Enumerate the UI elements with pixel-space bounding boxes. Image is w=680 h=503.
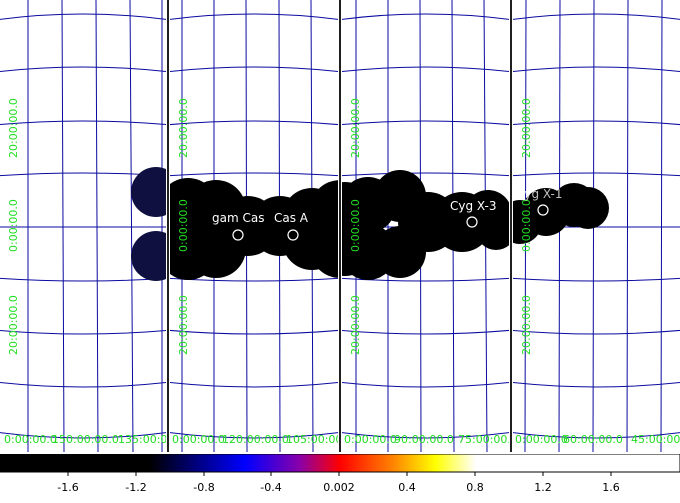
ra-label: 45:00:00.0	[631, 433, 680, 446]
source-label: Cas A	[274, 211, 309, 225]
dec-label: 20:00:00.0	[177, 98, 190, 158]
dec-label: 20:00:00.0	[7, 98, 20, 158]
colorbar-tick-labels: -1.6 -1.2 -0.8 -0.4 0.002 0.4 0.8 1.2 1.…	[57, 481, 619, 494]
ra-label: 90:00:00.0	[394, 433, 454, 446]
panel-background	[0, 0, 166, 452]
ra-label: 120:00:00.0	[222, 433, 289, 446]
dec-label: 20:00:00.0	[7, 295, 20, 355]
dec-label: 20:00:00.0	[520, 98, 533, 158]
ra-label: 0:00:00.0	[4, 433, 57, 446]
ra-label: 60:00:00.0	[563, 433, 623, 446]
colorbar-gradient[interactable]	[0, 453, 680, 473]
colorbar-tick-label: 1.2	[534, 481, 552, 494]
source-label: Cyg X-1	[516, 187, 563, 201]
sky-panel-3[interactable]	[317, 0, 516, 452]
colorbar-tick-label: -1.2	[125, 481, 146, 494]
dec-label: 0:00:00.0	[7, 199, 20, 252]
colorbar-ticks	[67, 472, 612, 476]
dec-label: 20:00:00.0	[349, 295, 362, 355]
colorbar-tick-label: 0.8	[466, 481, 484, 494]
dec-label: 20:00:00.0	[349, 98, 362, 158]
dec-label: 0:00:00.0	[349, 199, 362, 252]
ra-label: 0:00:00.0	[515, 433, 568, 446]
colorbar[interactable]: -1.6 -1.2 -0.8 -0.4 0.002 0.4 0.8 1.2 1.…	[0, 453, 680, 499]
ra-label: 0:00:00.0	[344, 433, 397, 446]
colorbar-tick-label: 0.4	[398, 481, 416, 494]
colorbar-tick-label: -1.6	[57, 481, 78, 494]
source-label: Cyg X-3	[450, 199, 497, 213]
dec-label: 20:00:00.0	[177, 295, 190, 355]
dec-label: 0:00:00.0	[177, 199, 190, 252]
colorbar-tick-label: 0.002	[323, 481, 355, 494]
ra-label: 150:00:00.0	[52, 433, 119, 446]
colorbar-tick-label: -0.4	[260, 481, 281, 494]
dec-label: 0:00:00.0	[520, 199, 533, 252]
sky-map[interactable]: 20:00:00.0 0:00:00.0 20:00:00.0 20:00:00…	[0, 0, 680, 452]
colorbar-tick-label: 1.6	[602, 481, 620, 494]
dec-label: 20:00:00.0	[520, 295, 533, 355]
source-label: gam Cas	[212, 211, 264, 225]
colorbar-tick-label: -0.8	[193, 481, 214, 494]
sky-panel-1[interactable]	[0, 0, 181, 452]
ra-label: 0:00:00.0	[172, 433, 225, 446]
ra-label: 75:00:00.0	[458, 433, 518, 446]
